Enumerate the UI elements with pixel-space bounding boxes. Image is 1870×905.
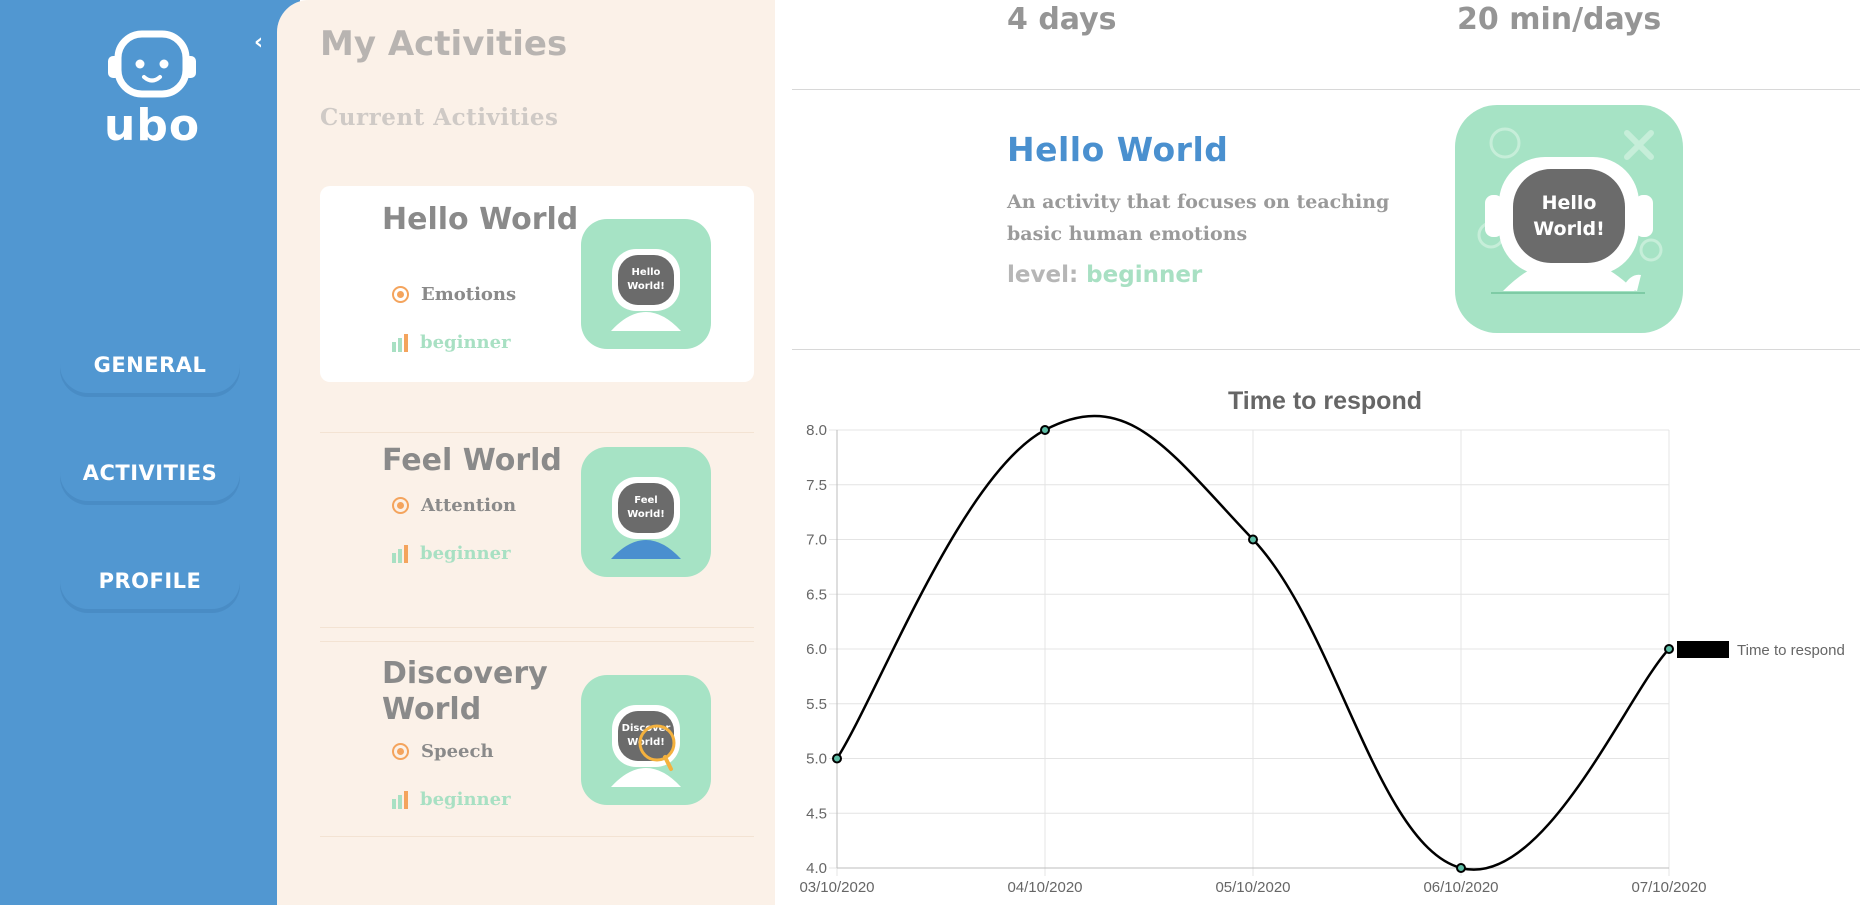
- activity-tag-label: Emotions: [421, 284, 517, 305]
- activity-card-feel-world[interactable]: Feel World Attention beginner Feel World…: [320, 432, 754, 628]
- hello-world-thumbnail: Hello World!: [581, 219, 711, 349]
- activities-panel: My Activities Current Activities Hello W…: [277, 0, 775, 905]
- data-point[interactable]: [832, 753, 842, 764]
- activity-card-hello-world[interactable]: Hello World Emotions beginner Hello Worl…: [320, 186, 754, 382]
- svg-text:World!: World!: [1533, 218, 1604, 240]
- robot-logo-icon: [108, 30, 196, 98]
- data-point[interactable]: [1456, 863, 1466, 873]
- chart-x-axis: 03/10/2020 04/10/2020 05/10/2020 06/10/2020…: [799, 879, 1706, 896]
- brand-logo-text: ubo: [104, 100, 201, 151]
- activity-tag: Speech: [392, 741, 494, 762]
- x-tick-label: 07/10/2020: [1631, 879, 1706, 896]
- hello-world-detail-image: Hello World!: [1455, 105, 1683, 333]
- activity-title: Feel World: [382, 443, 562, 478]
- svg-text:Hello: Hello: [632, 267, 661, 278]
- legend-label[interactable]: Time to respond: [1737, 642, 1845, 659]
- activity-card-discovery-world[interactable]: Discovery World Speech beginner Discover…: [320, 641, 754, 837]
- svg-text:World!: World!: [627, 509, 665, 520]
- detail-title: Hello World: [1007, 130, 1229, 169]
- collapse-sidebar-icon[interactable]: ‹: [254, 30, 263, 55]
- activity-tag: Emotions: [392, 284, 516, 305]
- discovery-world-thumbnail: Discover World!: [581, 675, 711, 805]
- detail-level-value: beginner: [1086, 262, 1203, 288]
- detail-description: An activity that focuses on teaching bas…: [1007, 191, 1390, 245]
- y-tick-label: 5.5: [806, 696, 827, 713]
- divider: [792, 349, 1860, 350]
- detail-level: level: beginner: [1007, 262, 1202, 288]
- activity-level-label: beginner: [420, 332, 511, 353]
- divider: [792, 89, 1860, 90]
- section-subtitle: Current Activities: [320, 104, 559, 131]
- activity-tag-label: Speech: [421, 741, 494, 762]
- legend-swatch[interactable]: [1677, 641, 1729, 658]
- feel-world-thumbnail: Feel World!: [581, 447, 711, 577]
- y-tick-label: 4.0: [806, 860, 827, 877]
- activity-title: Discovery World: [382, 656, 548, 727]
- target-icon: [392, 497, 409, 514]
- detail-level-label: level:: [1007, 262, 1079, 288]
- page-title: My Activities: [320, 24, 568, 64]
- y-tick-label: 7.0: [806, 532, 827, 549]
- nav-general[interactable]: GENERAL: [60, 337, 240, 393]
- y-tick-label: 6.0: [806, 641, 827, 658]
- level-bars-icon: [392, 333, 408, 352]
- x-tick-label: 06/10/2020: [1423, 879, 1498, 896]
- target-icon: [392, 743, 409, 760]
- svg-text:World!: World!: [627, 737, 665, 748]
- activity-level-label: beginner: [420, 789, 511, 810]
- svg-text:Hello: Hello: [1542, 192, 1597, 214]
- chart-title: Time to respond: [1228, 387, 1422, 415]
- x-tick-label: 04/10/2020: [1007, 879, 1082, 896]
- data-point[interactable]: [1664, 644, 1674, 654]
- x-tick-label: 05/10/2020: [1215, 879, 1290, 896]
- y-tick-label: 8.0: [806, 422, 827, 439]
- time-to-respond-chart: Time to respond 8.0 7.5 7.0 6.5 6.0 5.5 5.0 4.5…: [799, 387, 1845, 896]
- y-tick-label: 7.5: [806, 477, 827, 494]
- svg-text:World!: World!: [627, 281, 665, 292]
- activity-level: beginner: [392, 332, 511, 353]
- stat-duration: 20 min/days: [1457, 2, 1662, 37]
- chart-y-axis: 8.0 7.5 7.0 6.5 6.0 5.5 5.0 4.5 4.0: [806, 422, 827, 877]
- level-bars-icon: [392, 790, 408, 809]
- activity-level: beginner: [392, 543, 511, 564]
- activity-title: Hello World: [382, 202, 579, 237]
- y-tick-label: 4.5: [806, 805, 827, 822]
- activity-level-label: beginner: [420, 543, 511, 564]
- data-point[interactable]: [1248, 534, 1258, 545]
- target-icon: [392, 286, 409, 303]
- activity-tag-label: Attention: [421, 495, 517, 516]
- nav-activities[interactable]: ACTIVITIES: [60, 445, 240, 501]
- nav-profile[interactable]: PROFILE: [60, 553, 240, 609]
- activity-level: beginner: [392, 789, 511, 810]
- activity-tag: Attention: [392, 495, 516, 516]
- sidebar: ubo ‹ GENERAL ACTIVITIES PROFILE: [0, 0, 300, 905]
- y-tick-label: 6.5: [806, 586, 827, 603]
- svg-text:Feel: Feel: [634, 495, 657, 506]
- stat-days: 4 days: [1007, 2, 1117, 37]
- x-tick-label: 03/10/2020: [799, 879, 874, 896]
- chart-grid: [829, 429, 1670, 876]
- data-point[interactable]: [1040, 425, 1050, 435]
- level-bars-icon: [392, 544, 408, 563]
- y-tick-label: 5.0: [806, 751, 827, 768]
